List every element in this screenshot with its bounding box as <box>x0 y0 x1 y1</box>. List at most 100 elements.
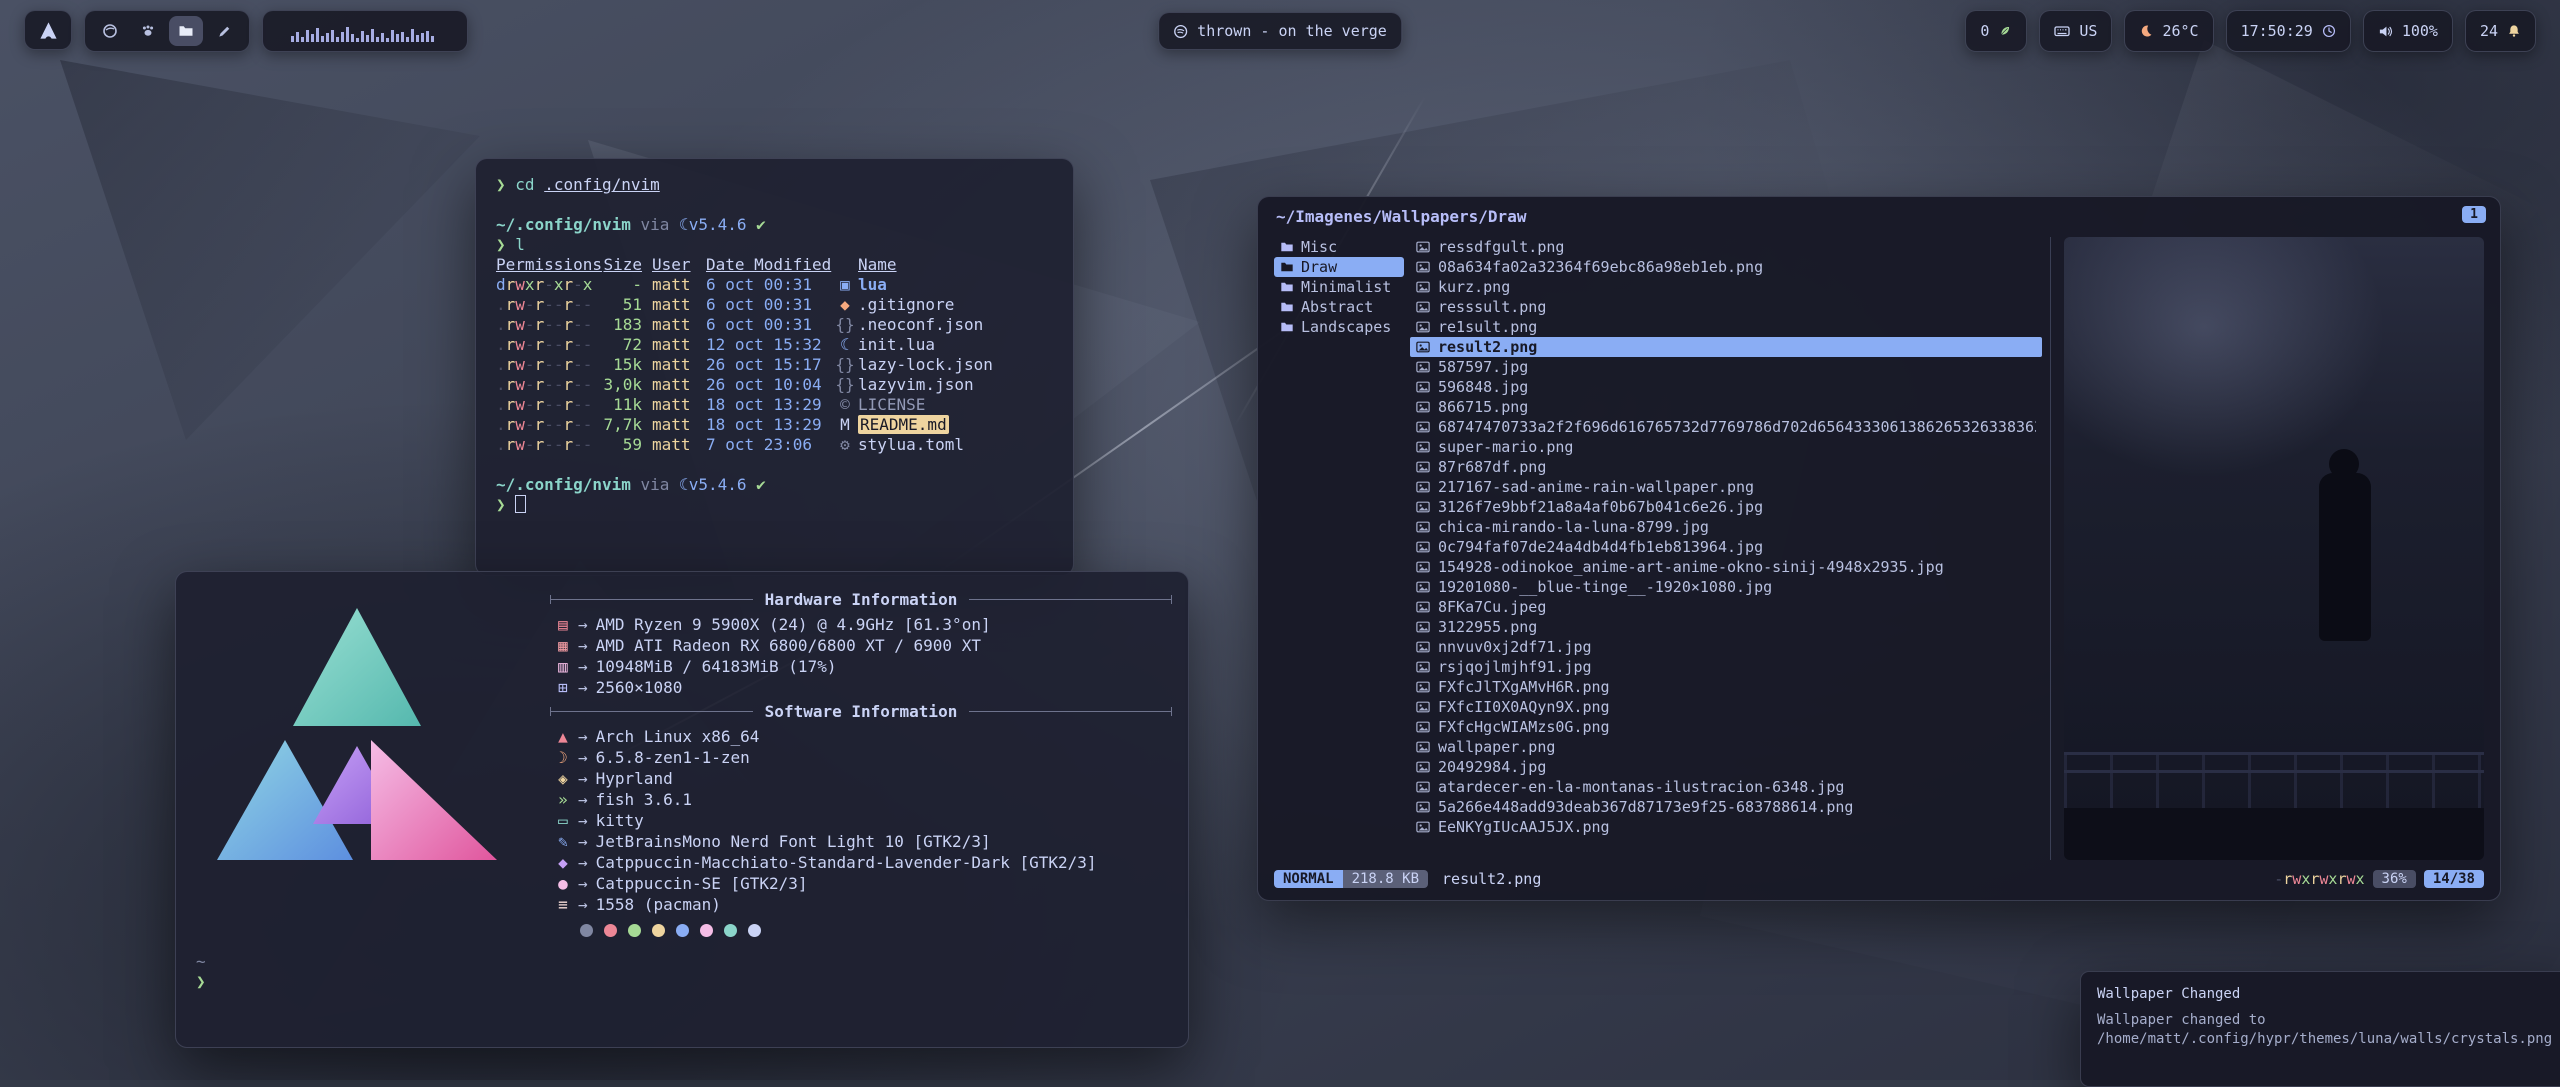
blank-line <box>496 195 1053 215</box>
folder-item[interactable]: Abstract <box>1274 297 1404 317</box>
file-item[interactable]: 87r687df.png <box>1410 457 2042 477</box>
keyboard-layout-widget[interactable]: US <box>2039 10 2112 52</box>
file-item[interactable]: FXfcHgcWIAMzs0G.png <box>1410 717 2042 737</box>
hardware-value: 10948MiB / 64183MiB (17%) <box>596 656 837 677</box>
prompt-char[interactable]: ❯ <box>196 971 1172 991</box>
file-item[interactable]: result2.png <box>1410 337 2042 357</box>
image-file-icon <box>1416 680 1430 694</box>
visualizer-bars-icon <box>290 20 440 42</box>
notification-popup[interactable]: Wallpaper Changed Wallpaper changed to /… <box>2080 971 2560 1087</box>
updates-count: 0 <box>1980 22 1989 40</box>
folder-panel: Misc Draw Minimalist Abstract <box>1274 237 1404 860</box>
tab-indicator[interactable]: 1 <box>2462 206 2486 223</box>
software-icon: ◈ <box>550 768 576 789</box>
file-item[interactable]: resssult.png <box>1410 297 2042 317</box>
file-name: 866715.png <box>1438 398 1528 416</box>
moon-icon <box>2139 24 2153 38</box>
listing-row: .rw-r--r-- 11k matt 18 oct 13:29 © LICEN… <box>496 395 1053 415</box>
terminal-palette <box>580 924 1172 937</box>
blank-line <box>496 455 1053 475</box>
folder-item[interactable]: Minimalist <box>1274 277 1404 297</box>
command: l <box>515 235 525 254</box>
file-item[interactable]: 08a634fa02a32364f69ebc86a98eb1eb.png <box>1410 257 2042 277</box>
file-owner: matt <box>652 295 696 315</box>
weather-widget[interactable]: 26°C <box>2124 10 2213 52</box>
hardware-value: AMD Ryzen 9 5900X (24) @ 4.9GHz [61.3°on… <box>596 614 991 635</box>
file-owner: matt <box>652 335 696 355</box>
file-item[interactable]: 217167-sad-anime-rain-wallpaper.png <box>1410 477 2042 497</box>
listing-row: .rw-r--r-- 15k matt 26 oct 15:17 {} lazy… <box>496 355 1053 375</box>
folder-item[interactable]: Draw <box>1274 257 1404 277</box>
file-item[interactable]: nnvuv0xj2df71.jpg <box>1410 637 2042 657</box>
file-item[interactable]: 68747470733a2f2f696d616765732d7769786d70… <box>1410 417 2042 437</box>
image-file-icon <box>1416 740 1430 754</box>
header-size: Size <box>596 255 642 275</box>
file-name: 3122955.png <box>1438 618 1537 636</box>
folder-item[interactable]: Misc <box>1274 237 1404 257</box>
header-date: Date Modified <box>706 255 832 275</box>
file-item[interactable]: super-mario.png <box>1410 437 2042 457</box>
file-item[interactable]: 866715.png <box>1410 397 2042 417</box>
workspace-edit[interactable] <box>207 16 241 46</box>
image-file-icon <box>1416 420 1430 434</box>
status-bar: thrown - on the verge 0 US 26°C 17:50:29 <box>0 0 2560 64</box>
folder-item[interactable]: Landscapes <box>1274 317 1404 337</box>
software-info-row: ☽ → 6.5.8-zen1-1-zen <box>550 747 1172 768</box>
music-icon <box>1173 24 1188 39</box>
lua-version: v5.4.6 <box>689 215 747 234</box>
workspace-browser[interactable] <box>93 16 127 46</box>
file-name: wallpaper.png <box>1438 738 1555 756</box>
prompt-line: ~/.config/nvim via ☾v5.4.6 ✔ <box>496 215 1053 235</box>
file-name: FXfcJlTXgAMvH6R.png <box>1438 678 1610 696</box>
file-item[interactable]: ressdfgult.png <box>1410 237 2042 257</box>
arrow-icon: → <box>578 789 588 810</box>
file-name: 0c794faf07de24a4db4d4fb1eb813964.jpg <box>1438 538 1763 556</box>
file-item[interactable]: 0c794faf07de24a4db4d4fb1eb813964.jpg <box>1410 537 2042 557</box>
file-item[interactable]: 154928-odinokoe_anime-art-anime-okno-sin… <box>1410 557 2042 577</box>
workspace-files[interactable] <box>169 16 203 46</box>
volume-widget[interactable]: 100% <box>2363 10 2453 52</box>
file-item[interactable]: 20492984.jpg <box>1410 757 2042 777</box>
clock-widget[interactable]: 17:50:29 <box>2226 10 2351 52</box>
image-file-icon <box>1416 460 1430 474</box>
file-item[interactable]: 3126f7e9bbf21a8a4af0b67b041c6e26.jpg <box>1410 497 2042 517</box>
file-item[interactable]: kurz.png <box>1410 277 2042 297</box>
file-item[interactable]: atardecer-en-la-montanas-ilustracion-634… <box>1410 777 2042 797</box>
file-item[interactable]: 3122955.png <box>1410 617 2042 637</box>
file-item[interactable]: wallpaper.png <box>1410 737 2042 757</box>
image-file-icon <box>1416 800 1430 814</box>
media-widget[interactable]: thrown - on the verge <box>1158 12 1402 50</box>
software-info-row: ◈ → Hyprland <box>550 768 1172 789</box>
lua-icon: ☾ <box>679 215 689 234</box>
software-info-row: ● → Catppuccin-SE [GTK2/3] <box>550 873 1172 894</box>
file-item[interactable]: FXfcJlTXgAMvH6R.png <box>1410 677 2042 697</box>
lua-version: v5.4.6 <box>689 475 747 494</box>
hardware-info-row: ▤ → AMD Ryzen 9 5900X (24) @ 4.9GHz [61.… <box>550 614 1172 635</box>
launcher-button[interactable] <box>24 10 72 50</box>
file-item[interactable]: 596848.jpg <box>1410 377 2042 397</box>
workspace-misc[interactable] <box>131 16 165 46</box>
software-info-row: ✎ → JetBrainsMono Nerd Font Light 10 [GT… <box>550 831 1172 852</box>
updates-widget[interactable]: 0 <box>1965 10 2027 52</box>
file-item[interactable]: rsjqojlmjhf91.jpg <box>1410 657 2042 677</box>
file-item[interactable]: chica-mirando-la-luna-8799.jpg <box>1410 517 2042 537</box>
file-item[interactable]: EeNKYgIUcAAJ5JX.png <box>1410 817 2042 837</box>
notifications-widget[interactable]: 24 <box>2465 10 2536 52</box>
listing-row: .rw-r--r-- 72 matt 12 oct 15:32 ☾ init.l… <box>496 335 1053 355</box>
file-item[interactable]: 8FKa7Cu.jpeg <box>1410 597 2042 617</box>
arrow-icon: → <box>578 614 588 635</box>
file-name: chica-mirando-la-luna-8799.jpg <box>1438 518 1709 536</box>
file-item[interactable]: re1sult.png <box>1410 317 2042 337</box>
file-name: 217167-sad-anime-rain-wallpaper.png <box>1438 478 1754 496</box>
cursor-line[interactable]: ❯ <box>496 495 1053 515</box>
file-item[interactable]: 5a266e448add93deab367d87173e9f25-6837886… <box>1410 797 2042 817</box>
file-size: 183 <box>596 315 642 335</box>
software-value: 6.5.8-zen1-1-zen <box>596 747 750 768</box>
file-name: 587597.jpg <box>1438 358 1528 376</box>
file-name: FXfcHgcWIAMzs0G.png <box>1438 718 1610 736</box>
file-item[interactable]: 19201080-__blue-tinge__-1920×1080.jpg <box>1410 577 2042 597</box>
file-item[interactable]: FXfcII0X0AQyn9X.png <box>1410 697 2042 717</box>
file-item[interactable]: 587597.jpg <box>1410 357 2042 377</box>
software-info-row: ◆ → Catppuccin-Macchiato-Standard-Lavend… <box>550 852 1172 873</box>
file-name: README.md <box>858 415 1053 435</box>
